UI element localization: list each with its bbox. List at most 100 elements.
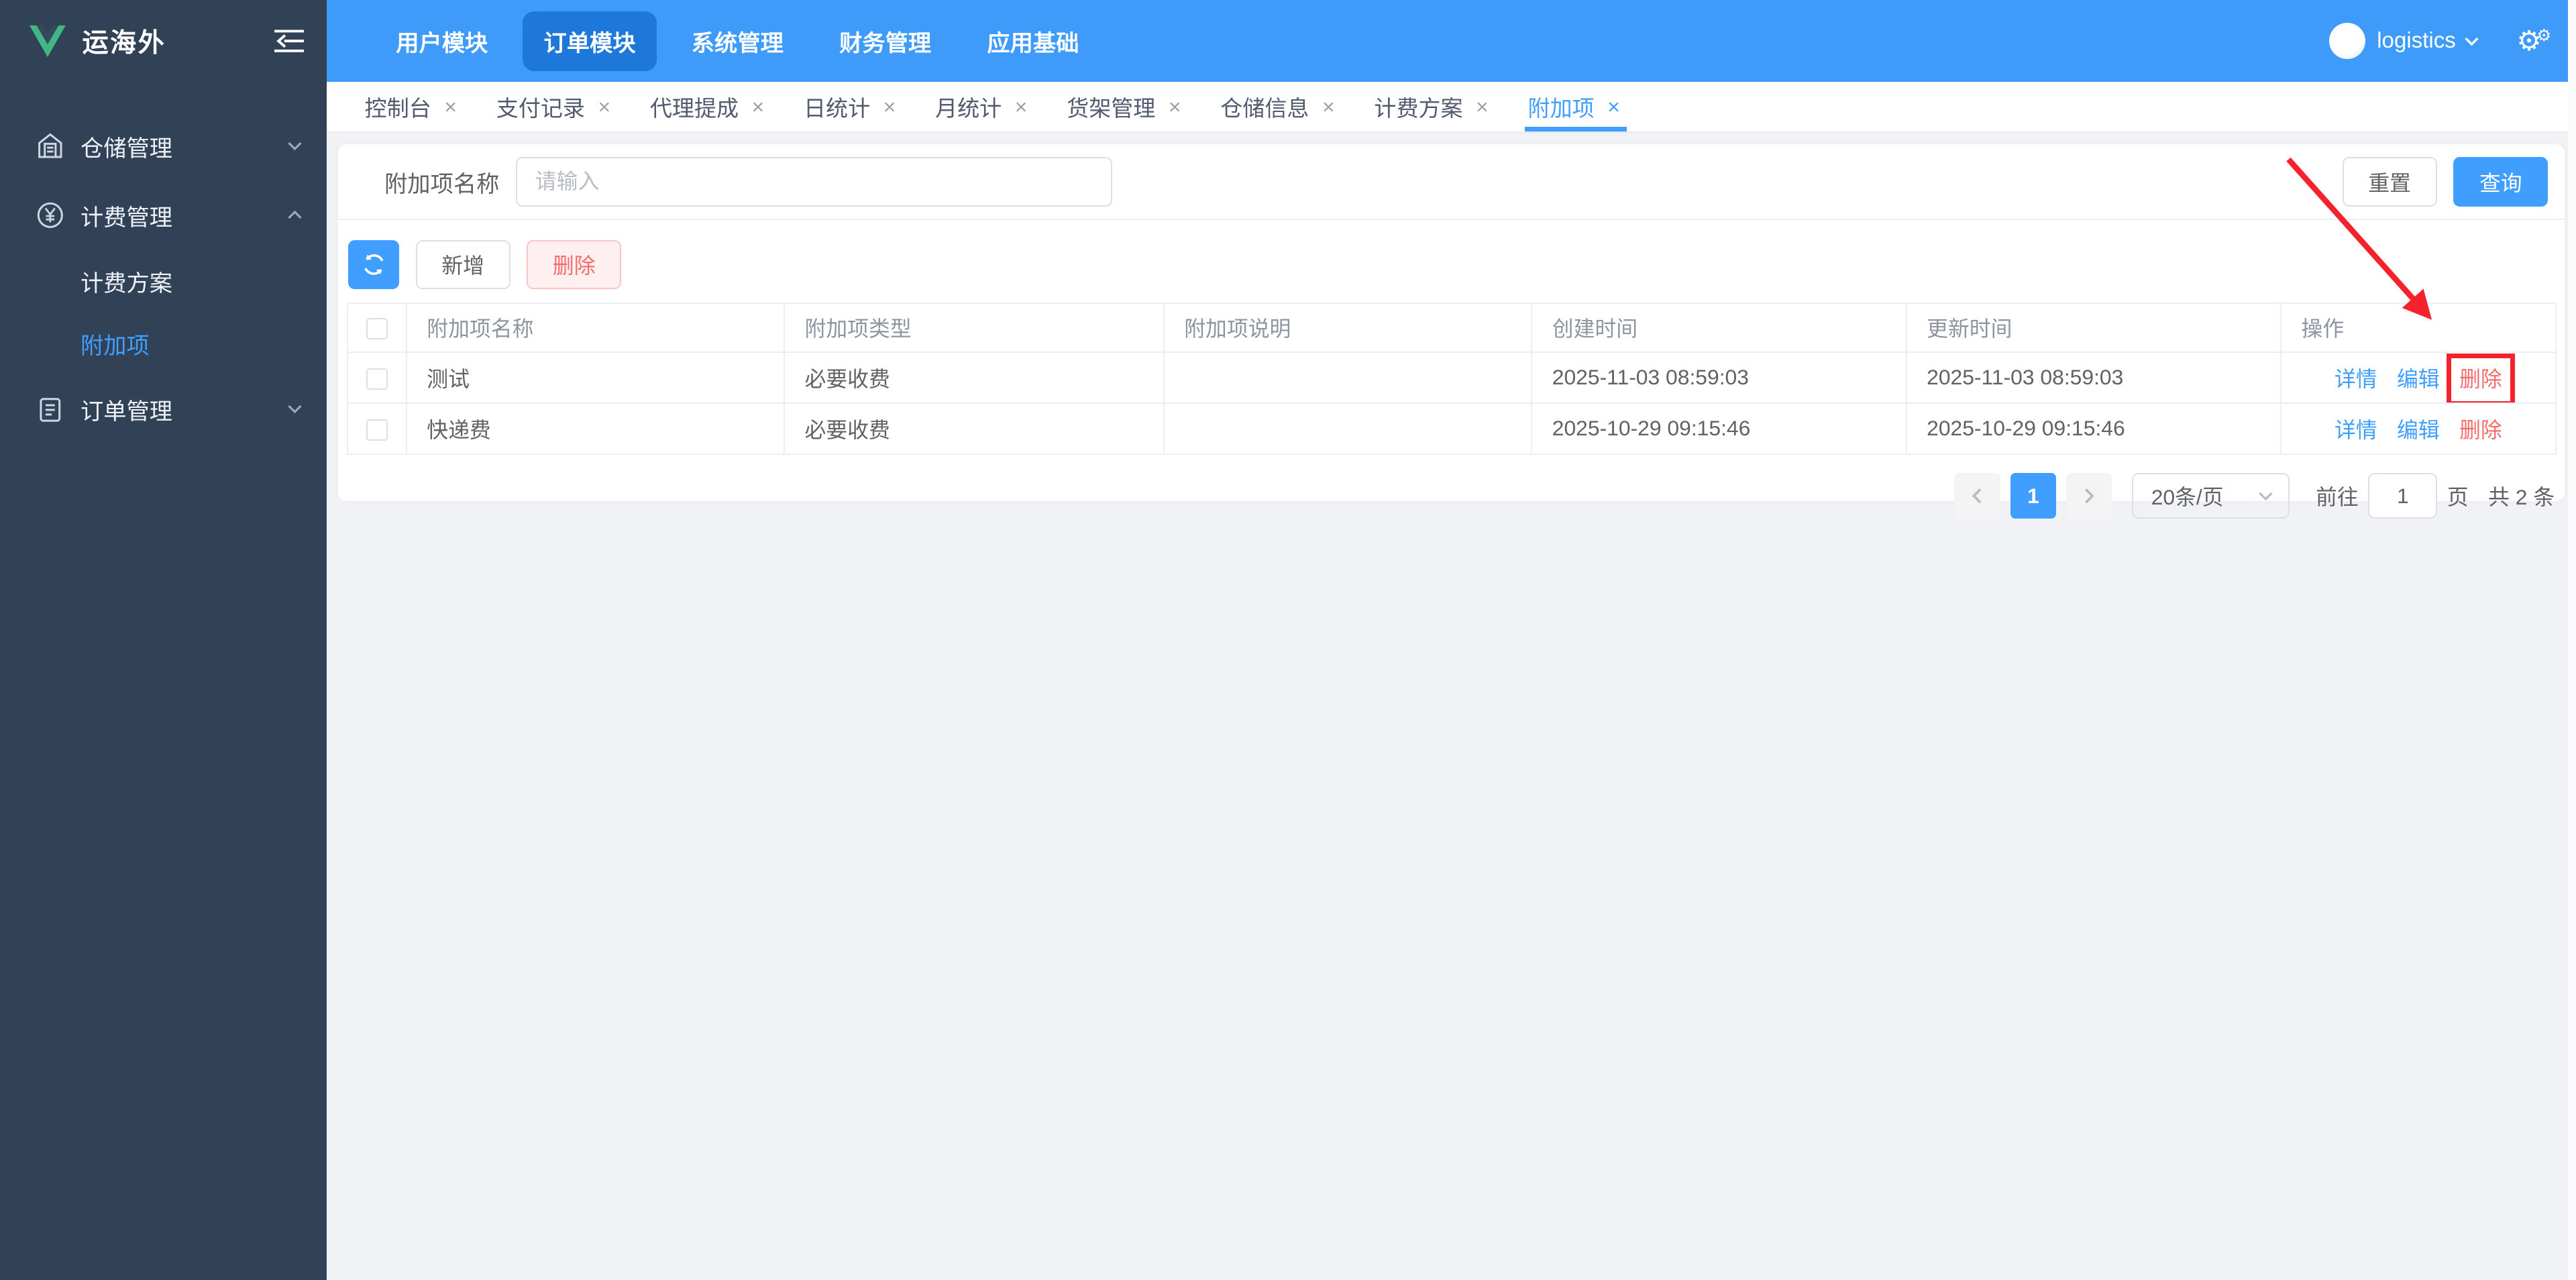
- tab-agent-commission[interactable]: 代理提成 ×: [630, 82, 784, 131]
- main-area: 用户模块 订单模块 系统管理 财务管理 应用基础 logistics ⚙⚙ 控制…: [327, 0, 2576, 1280]
- edit-link[interactable]: 编辑: [2397, 418, 2440, 442]
- page-unit-label: 页: [2447, 485, 2469, 510]
- sidebar-menu: 仓储管理 计费管理 计费方案 附加项 订单管理: [0, 82, 327, 443]
- column-header-updated: 更新时间: [1905, 302, 2282, 354]
- chevron-down-icon: [288, 405, 302, 414]
- row-checkbox[interactable]: [366, 419, 388, 441]
- select-all-checkbox[interactable]: [366, 318, 388, 340]
- refresh-button[interactable]: [348, 239, 400, 289]
- close-icon[interactable]: ×: [1476, 95, 1489, 119]
- sidebar-subitem-label: 计费方案: [80, 270, 173, 297]
- addon-table: 附加项名称 附加项类型 附加项说明 创建时间 更新时间 操作 测试 必要收费 2…: [346, 302, 2557, 455]
- close-icon[interactable]: ×: [1015, 95, 1028, 119]
- tab-daily-stats[interactable]: 日统计 ×: [784, 82, 916, 131]
- delete-link[interactable]: 删除: [2446, 354, 2516, 402]
- table-row: 测试 必要收费 2025-11-03 08:59:03 2025-11-03 0…: [346, 352, 2557, 404]
- vue-logo-icon: [30, 25, 66, 57]
- tab-addon[interactable]: 附加项 ×: [1508, 82, 1640, 132]
- topnav-item-finance-management[interactable]: 财务管理: [818, 11, 953, 71]
- tab-bar: 控制台 × 支付记录 × 代理提成 × 日统计 × 月统计 × 货架管理 × 仓储信息 × 计…: [327, 82, 2576, 134]
- close-icon[interactable]: ×: [883, 95, 896, 119]
- topnav-item-user-module[interactable]: 用户模块: [374, 11, 509, 71]
- addon-name-input[interactable]: [515, 157, 1112, 207]
- sidebar-item-billing-plan[interactable]: 计费方案: [0, 250, 327, 312]
- table-row: 快递费 必要收费 2025-10-29 09:15:46 2025-10-29 …: [346, 402, 2557, 455]
- sidebar-item-label: 计费管理: [80, 205, 173, 231]
- settings-gears-icon[interactable]: ⚙⚙: [2516, 27, 2556, 55]
- close-icon[interactable]: ×: [1169, 95, 1181, 119]
- delete-button[interactable]: 删除: [527, 239, 622, 289]
- scrollbar-track[interactable]: [2567, 0, 2576, 1280]
- close-icon[interactable]: ×: [1607, 95, 1620, 119]
- chevron-down-icon[interactable]: [2463, 32, 2481, 50]
- table-toolbar: 新增 删除: [338, 220, 2564, 289]
- table-header-row: 附加项名称 附加项类型 附加项说明 创建时间 更新时间 操作: [346, 302, 2557, 354]
- app-logo: 运海外: [0, 0, 327, 82]
- page-number-button[interactable]: 1: [2010, 472, 2057, 519]
- avatar[interactable]: [2329, 23, 2366, 60]
- cell-created-time: 2025-11-03 08:59:03: [1531, 352, 1907, 404]
- sidebar-item-billing[interactable]: 计费管理: [0, 180, 327, 250]
- tab-storage-info[interactable]: 仓储信息 ×: [1201, 82, 1354, 131]
- goto-label: 前往: [2316, 485, 2359, 510]
- cell-addon-desc: [1163, 352, 1533, 404]
- row-checkbox[interactable]: [366, 368, 388, 390]
- app-title: 运海外: [82, 29, 166, 58]
- username[interactable]: logistics: [2377, 28, 2456, 54]
- search-actions: 重置 查询: [2342, 157, 2548, 207]
- topbar-right: logistics ⚙⚙: [2329, 23, 2556, 60]
- tab-console[interactable]: 控制台 ×: [345, 82, 476, 131]
- cell-addon-type: 必要收费: [784, 352, 1165, 404]
- column-header-desc: 附加项说明: [1163, 302, 1533, 354]
- edit-link[interactable]: 编辑: [2397, 367, 2440, 391]
- prev-page-button[interactable]: [1954, 472, 2000, 519]
- topnav-item-app-basics[interactable]: 应用基础: [966, 11, 1101, 71]
- query-button[interactable]: 查询: [2453, 157, 2548, 207]
- chevron-up-icon: [288, 211, 302, 219]
- page-size-select[interactable]: 20条/页: [2131, 472, 2290, 519]
- content-area: 附加项名称 重置 查询: [327, 133, 2576, 1280]
- close-icon[interactable]: ×: [598, 95, 611, 119]
- clipboard-icon: [36, 395, 64, 423]
- next-page-button[interactable]: [2065, 472, 2112, 519]
- total-count: 共 2 条: [2488, 485, 2555, 510]
- detail-link[interactable]: 详情: [2334, 367, 2377, 391]
- chevron-down-icon: [288, 142, 302, 151]
- sidebar-item-addon[interactable]: 附加项: [0, 312, 327, 374]
- chevron-left-icon: [1972, 488, 1982, 504]
- tab-monthly-stats[interactable]: 月统计 ×: [916, 82, 1047, 131]
- add-button[interactable]: 新增: [415, 239, 511, 289]
- close-icon[interactable]: ×: [752, 95, 765, 119]
- close-icon[interactable]: ×: [1322, 95, 1335, 119]
- page-card: 附加项名称 重置 查询: [338, 144, 2565, 519]
- search-form: 附加项名称 重置 查询: [338, 144, 2565, 221]
- cell-addon-desc: [1163, 402, 1533, 455]
- delete-link[interactable]: 删除: [2459, 418, 2502, 442]
- close-icon[interactable]: ×: [444, 95, 457, 119]
- column-header-created: 创建时间: [1531, 302, 1907, 354]
- warehouse-icon: [36, 132, 64, 160]
- refresh-icon: [364, 254, 384, 275]
- topnav-item-system-management[interactable]: 系统管理: [670, 11, 805, 71]
- reset-button[interactable]: 重置: [2342, 157, 2437, 207]
- topbar: 用户模块 订单模块 系统管理 财务管理 应用基础 logistics ⚙⚙: [327, 0, 2576, 83]
- sidebar-item-orders[interactable]: 订单管理: [0, 374, 327, 443]
- cell-addon-type: 必要收费: [784, 402, 1165, 455]
- tab-billing-plan[interactable]: 计费方案 ×: [1354, 82, 1508, 131]
- search-field-label: 附加项名称: [384, 171, 500, 197]
- sidebar: 运海外 仓储管理 计费管理 计费方案 附加项 订单管理: [0, 0, 327, 1280]
- cell-created-time: 2025-10-29 09:15:46: [1531, 402, 1907, 455]
- chevron-right-icon: [2084, 488, 2094, 504]
- collapse-sidebar-icon[interactable]: [274, 30, 305, 52]
- tab-payment-records[interactable]: 支付记录 ×: [476, 82, 630, 131]
- goto-page-input[interactable]: [2368, 472, 2438, 519]
- pagination: 1 20条/页 前往 页 共 2 条: [338, 455, 2564, 519]
- detail-link[interactable]: 详情: [2334, 418, 2377, 442]
- sidebar-item-warehouse[interactable]: 仓储管理: [0, 112, 327, 181]
- sidebar-subitem-label: 附加项: [80, 333, 150, 359]
- column-header-ops: 操作: [2280, 302, 2557, 354]
- topnav-item-order-module[interactable]: 订单模块: [522, 11, 657, 71]
- tab-shelf-management[interactable]: 货架管理 ×: [1047, 82, 1201, 131]
- sidebar-item-label: 仓储管理: [80, 136, 173, 162]
- cell-updated-time: 2025-10-29 09:15:46: [1905, 402, 2282, 455]
